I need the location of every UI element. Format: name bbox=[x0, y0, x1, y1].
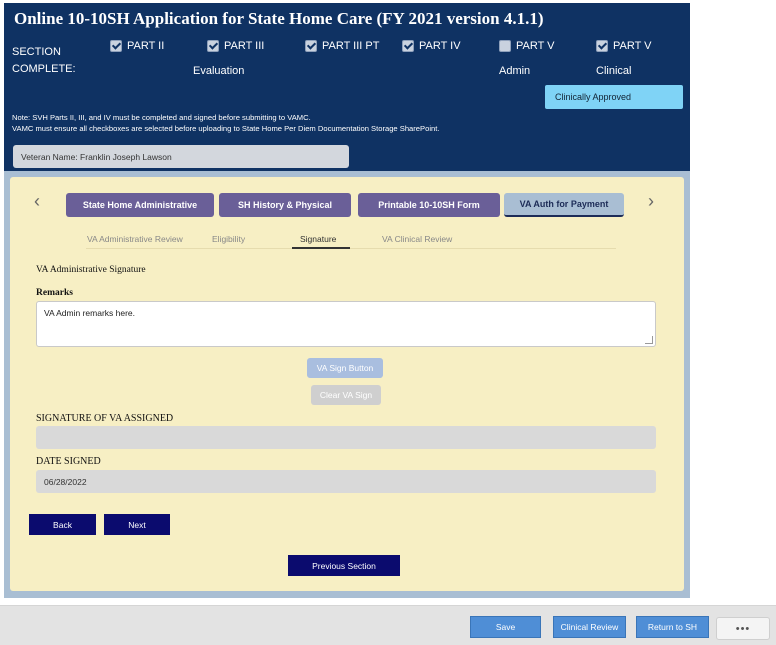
app-header: Online 10-10SH Application for State Hom… bbox=[4, 3, 690, 171]
next-button[interactable]: Next bbox=[104, 514, 170, 535]
section-complete-label: SECTION COMPLETE: bbox=[12, 44, 76, 78]
subtab-va-clinical-review[interactable]: VA Clinical Review bbox=[382, 234, 452, 244]
signature-label: SIGNATURE OF VA ASSIGNED bbox=[36, 413, 174, 424]
submission-note: Note: SVH Parts II, III, and IV must be … bbox=[12, 112, 439, 134]
note-line1: Note: SVH Parts II, III, and IV must be … bbox=[12, 113, 311, 122]
part-iii-checkbox[interactable]: PART III bbox=[207, 40, 264, 52]
chevron-right-icon[interactable]: › bbox=[648, 191, 654, 212]
page-title: Online 10-10SH Application for State Hom… bbox=[14, 9, 544, 28]
clinical-review-button[interactable]: Clinical Review bbox=[553, 616, 626, 638]
part-v-clinical-sublabel: Clinical bbox=[596, 65, 632, 77]
part-v-admin-label: PART V bbox=[516, 40, 555, 52]
part-ii-label: PART II bbox=[127, 40, 165, 52]
va-sign-button[interactable]: VA Sign Button bbox=[307, 358, 383, 378]
section-label-line1: SECTION bbox=[12, 46, 61, 58]
part-iii-label: PART III bbox=[224, 40, 265, 52]
clear-va-sign-button[interactable]: Clear VA Sign bbox=[311, 385, 381, 405]
checkbox-icon bbox=[207, 40, 219, 52]
main-panel: ‹ › State Home Administrative SH History… bbox=[4, 171, 690, 598]
part-iii-pt-checkbox[interactable]: PART III PT bbox=[305, 40, 379, 52]
checkbox-icon bbox=[305, 40, 317, 52]
tab-state-home-administrative[interactable]: State Home Administrative bbox=[66, 193, 214, 217]
return-to-sh-button[interactable]: Return to SH bbox=[636, 616, 709, 638]
checkbox-icon bbox=[402, 40, 414, 52]
subtab-eligibility[interactable]: Eligibility bbox=[212, 234, 245, 244]
previous-section-button[interactable]: Previous Section bbox=[288, 555, 400, 576]
remarks-label: Remarks bbox=[36, 288, 73, 298]
date-signed-label: DATE SIGNED bbox=[36, 456, 101, 467]
active-subtab-indicator bbox=[292, 247, 350, 249]
part-v-admin-checkbox[interactable]: PART V bbox=[499, 40, 555, 52]
part-ii-checkbox[interactable]: PART II bbox=[110, 40, 164, 52]
section-label-line2: COMPLETE: bbox=[12, 63, 76, 75]
part-v-clinical-label: PART V bbox=[613, 40, 652, 52]
tab-va-auth-for-payment[interactable]: VA Auth for Payment bbox=[504, 193, 624, 217]
more-options-icon[interactable]: ••• bbox=[716, 617, 770, 640]
resize-handle-icon[interactable] bbox=[645, 336, 653, 344]
part-iv-label: PART IV bbox=[419, 40, 461, 52]
part-iii-pt-label: PART III PT bbox=[322, 40, 380, 52]
tab-sh-history-physical[interactable]: SH History & Physical bbox=[219, 193, 351, 217]
date-signed-field: 06/28/2022 bbox=[36, 470, 656, 493]
checkbox-icon bbox=[110, 40, 122, 52]
tab-printable-form[interactable]: Printable 10-10SH Form bbox=[358, 193, 500, 217]
save-button[interactable]: Save bbox=[470, 616, 541, 638]
part-v-clinical-checkbox[interactable]: PART V bbox=[596, 40, 652, 52]
veteran-name-field: Veteran Name: Franklin Joseph Lawson bbox=[13, 145, 349, 168]
chevron-left-icon[interactable]: ‹ bbox=[34, 191, 40, 212]
part-v-admin-sublabel: Admin bbox=[499, 65, 531, 77]
form-area: ‹ › State Home Administrative SH History… bbox=[10, 177, 684, 591]
subtab-va-administrative-review[interactable]: VA Administrative Review bbox=[87, 234, 183, 244]
clinical-status-badge: Clinically Approved bbox=[545, 85, 683, 109]
subtab-divider bbox=[86, 248, 616, 249]
checkbox-icon bbox=[499, 40, 511, 52]
back-button[interactable]: Back bbox=[29, 514, 96, 535]
form-heading: VA Administrative Signature bbox=[36, 265, 146, 275]
part-iv-checkbox[interactable]: PART IV bbox=[402, 40, 461, 52]
remarks-textarea[interactable]: VA Admin remarks here. bbox=[36, 301, 656, 347]
checkbox-icon bbox=[596, 40, 608, 52]
note-line2: VAMC must ensure all checkboxes are sele… bbox=[12, 124, 440, 133]
footer-bar: Save Clinical Review Return to SH ••• bbox=[0, 605, 776, 645]
signature-field bbox=[36, 426, 656, 449]
part-iii-sublabel: Evaluation bbox=[193, 65, 245, 77]
subtab-signature[interactable]: Signature bbox=[300, 234, 336, 244]
remarks-value: VA Admin remarks here. bbox=[44, 308, 136, 318]
